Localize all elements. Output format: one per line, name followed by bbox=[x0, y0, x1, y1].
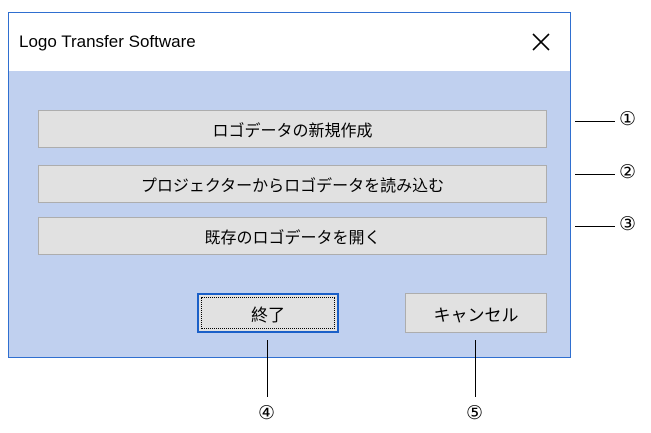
callout-number-3: ③ bbox=[619, 213, 637, 235]
callout-line-3 bbox=[575, 226, 615, 227]
callout-line-5 bbox=[475, 340, 476, 397]
callout-number-4: ④ bbox=[258, 402, 276, 424]
callout-number-1: ① bbox=[619, 108, 637, 130]
callout-number-2: ② bbox=[619, 161, 637, 183]
close-icon[interactable] bbox=[530, 31, 552, 53]
exit-button[interactable]: 終了 bbox=[197, 293, 339, 333]
load-from-projector-button[interactable]: プロジェクターからロゴデータを読み込む bbox=[38, 165, 547, 203]
logo-transfer-dialog: Logo Transfer Software ロゴデータの新規作成 プロジェクタ… bbox=[8, 12, 571, 358]
cancel-button[interactable]: キャンセル bbox=[405, 293, 547, 333]
callout-number-5: ⑤ bbox=[466, 402, 484, 424]
dialog-client-area: ロゴデータの新規作成 プロジェクターからロゴデータを読み込む 既存のロゴデータを… bbox=[9, 71, 570, 357]
window-title: Logo Transfer Software bbox=[19, 32, 196, 51]
callout-line-2 bbox=[575, 174, 615, 175]
new-logo-button[interactable]: ロゴデータの新規作成 bbox=[38, 110, 547, 148]
open-existing-logo-button[interactable]: 既存のロゴデータを開く bbox=[38, 217, 547, 255]
callout-line-1 bbox=[575, 121, 615, 122]
title-bar[interactable]: Logo Transfer Software bbox=[9, 13, 570, 71]
callout-line-4 bbox=[267, 340, 268, 397]
